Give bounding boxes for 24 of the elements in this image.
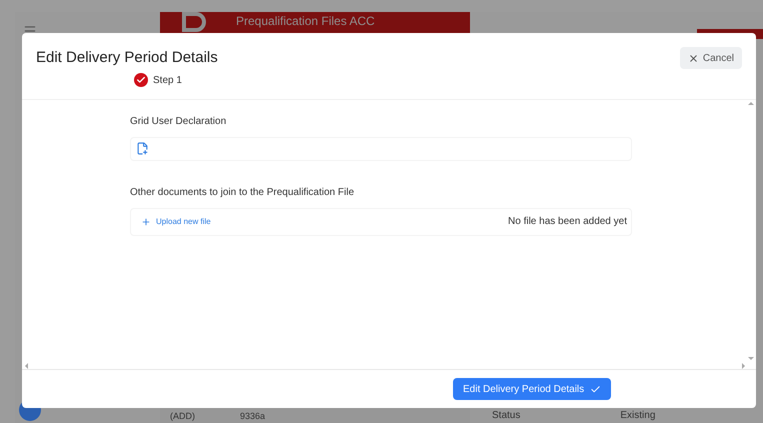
vertical-scrollbar[interactable] — [746, 100, 756, 362]
add-document-icon[interactable] — [136, 142, 149, 155]
section-label: Grid User Declaration — [130, 114, 228, 128]
field-label: Status — [492, 409, 520, 423]
upload-link[interactable]: Upload new file — [141, 216, 211, 228]
plus-icon — [141, 216, 151, 226]
cancel-button[interactable]: Cancel — [680, 47, 742, 70]
submit-button[interactable]: Edit Delivery Period Details — [453, 378, 612, 400]
field-value: Existing — [620, 409, 656, 423]
check-icon — [590, 384, 602, 394]
scroll-down-icon[interactable] — [748, 357, 754, 360]
section-label: Other documents to join to the Prequalification File — [130, 186, 356, 200]
close-icon — [688, 52, 699, 64]
scroll-left-icon[interactable] — [25, 362, 28, 368]
horizontal-scrollbar[interactable] — [22, 362, 756, 370]
header-title: Prequalification Files ACC — [236, 13, 375, 30]
empty-message: No file has been added yet — [508, 215, 627, 229]
dialog-title: Edit Delivery Period Details — [36, 48, 218, 68]
step-label: Step 1 — [153, 74, 182, 88]
scroll-up-icon[interactable] — [748, 102, 754, 104]
table-cell-text: (ADD) — [170, 410, 196, 423]
declaration-field[interactable] — [130, 136, 632, 160]
scroll-right-icon[interactable] — [742, 362, 745, 368]
table-cell-text: 9336a — [240, 410, 266, 422]
